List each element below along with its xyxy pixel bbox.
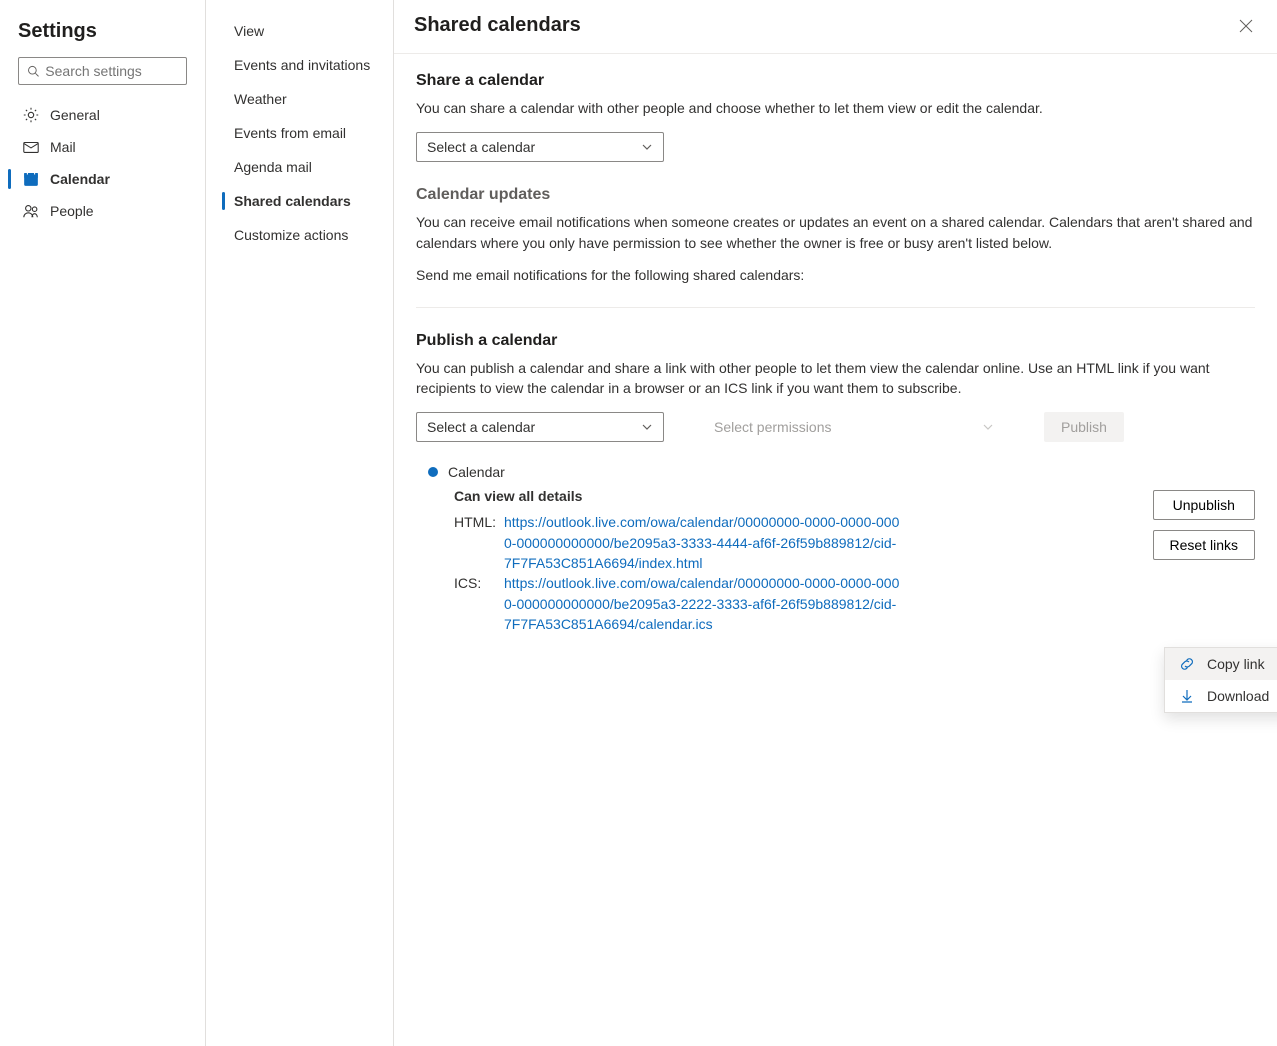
unpublish-button[interactable]: Unpublish	[1153, 490, 1255, 520]
publish-heading: Publish a calendar	[416, 332, 1255, 350]
dropdown-label: Select a calendar	[427, 139, 535, 155]
close-button[interactable]	[1235, 15, 1257, 37]
calendar-icon	[22, 170, 40, 188]
nav-item-calendar[interactable]: Calendar	[0, 163, 205, 195]
page-title: Shared calendars	[414, 14, 581, 37]
subnav-events-from-email[interactable]: Events from email	[206, 116, 393, 150]
html-link[interactable]: https://outlook.live.com/owa/calendar/00…	[504, 512, 904, 573]
calendar-permission: Can view all details	[428, 488, 1139, 504]
link-context-menu: Copy link Download	[1164, 647, 1277, 713]
ics-label: ICS:	[454, 573, 504, 634]
nav-label: Mail	[50, 139, 76, 155]
subnav-customize-actions[interactable]: Customize actions	[206, 218, 393, 252]
subnav-shared-calendars[interactable]: Shared calendars	[206, 184, 393, 218]
content-pane: Shared calendars Share a calendar You ca…	[394, 0, 1277, 1046]
context-download-label: Download	[1207, 688, 1269, 704]
nav-label: General	[50, 107, 100, 123]
download-icon	[1179, 688, 1195, 704]
people-icon	[22, 202, 40, 220]
html-label: HTML:	[454, 512, 504, 573]
subnav-agenda-mail[interactable]: Agenda mail	[206, 150, 393, 184]
content-body: Share a calendar You can share a calenda…	[394, 54, 1277, 676]
subnav-view[interactable]: View	[206, 14, 393, 48]
published-calendar-item: Calendar Can view all details HTML: http…	[416, 464, 1255, 634]
search-icon	[27, 64, 39, 78]
subnav-events-invitations[interactable]: Events and invitations	[206, 48, 393, 82]
html-link-row: HTML: https://outlook.live.com/owa/calen…	[428, 512, 1139, 573]
settings-title: Settings	[0, 14, 205, 57]
published-calendar-info: Calendar Can view all details HTML: http…	[416, 464, 1139, 634]
ics-link-row: ICS: https://outlook.live.com/owa/calend…	[428, 573, 1139, 634]
section-calendar-updates: Calendar updates You can receive email n…	[416, 186, 1255, 283]
publish-permissions-dropdown: Select permissions	[704, 413, 1004, 441]
reset-links-button[interactable]: Reset links	[1153, 530, 1255, 560]
primary-nav: Settings General Mail Calendar People	[0, 0, 206, 1046]
updates-sub: Send me email notifications for the foll…	[416, 267, 1255, 283]
calendar-row: Calendar	[428, 464, 1139, 480]
ics-link[interactable]: https://outlook.live.com/owa/calendar/00…	[504, 573, 904, 634]
gear-icon	[22, 106, 40, 124]
calendar-name: Calendar	[448, 464, 505, 480]
nav-label: Calendar	[50, 171, 110, 187]
section-share-calendar: Share a calendar You can share a calenda…	[416, 72, 1255, 162]
chevron-down-icon	[641, 141, 653, 153]
chevron-down-icon	[641, 421, 653, 433]
dropdown-label: Select a calendar	[427, 419, 535, 435]
publish-controls: Select a calendar Select permissions Pub…	[416, 412, 1255, 442]
calendar-color-dot	[428, 467, 438, 477]
content-header: Shared calendars	[394, 0, 1277, 54]
section-publish-calendar: Publish a calendar You can publish a cal…	[416, 332, 1255, 634]
nav-item-general[interactable]: General	[0, 99, 205, 131]
share-desc: You can share a calendar with other peop…	[416, 98, 1255, 118]
link-icon	[1179, 656, 1195, 672]
updates-desc: You can receive email notifications when…	[416, 212, 1255, 253]
publish-calendar-dropdown[interactable]: Select a calendar	[416, 412, 664, 442]
share-heading: Share a calendar	[416, 72, 1255, 90]
nav-item-mail[interactable]: Mail	[0, 131, 205, 163]
mail-icon	[22, 138, 40, 156]
subnav-weather[interactable]: Weather	[206, 82, 393, 116]
chevron-down-icon	[982, 421, 994, 433]
close-icon	[1239, 19, 1253, 33]
nav-item-people[interactable]: People	[0, 195, 205, 227]
updates-heading: Calendar updates	[416, 186, 1255, 204]
section-divider	[416, 307, 1255, 308]
search-input[interactable]	[45, 63, 178, 79]
secondary-nav: View Events and invitations Weather Even…	[206, 0, 394, 1046]
context-copy-label: Copy link	[1207, 656, 1265, 672]
search-box[interactable]	[18, 57, 187, 85]
dropdown-label: Select permissions	[714, 419, 832, 435]
context-download[interactable]: Download	[1165, 680, 1277, 712]
nav-label: People	[50, 203, 94, 219]
share-calendar-dropdown[interactable]: Select a calendar	[416, 132, 664, 162]
context-copy-link[interactable]: Copy link	[1165, 648, 1277, 680]
published-calendar-actions: Unpublish Reset links	[1153, 464, 1255, 560]
publish-desc: You can publish a calendar and share a l…	[416, 358, 1255, 399]
publish-button: Publish	[1044, 412, 1124, 442]
